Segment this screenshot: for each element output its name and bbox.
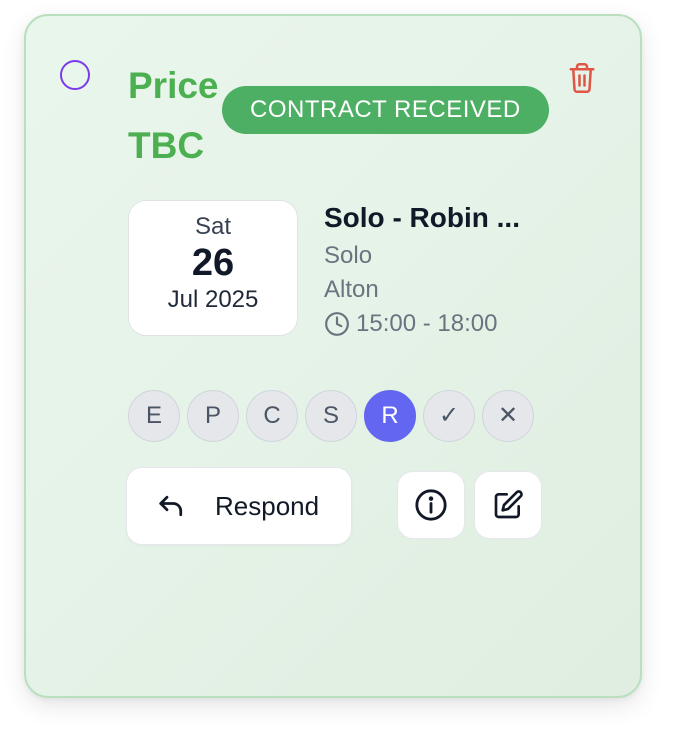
select-circle-icon[interactable] [60, 60, 90, 90]
stage-e-button[interactable]: E [128, 390, 180, 442]
reply-arrow-icon [159, 495, 183, 517]
stage-c-button[interactable]: C [246, 390, 298, 442]
date-day-of-week: Sat [194, 213, 232, 240]
event-location: Alton [324, 276, 379, 303]
stage-s-button[interactable]: S [305, 390, 357, 442]
trash-icon [569, 63, 595, 93]
stage-confirm-button[interactable]: ✓ [423, 390, 475, 442]
respond-label: Respond [215, 490, 320, 521]
stage-r-button[interactable]: R [364, 390, 416, 442]
info-button[interactable] [397, 471, 465, 539]
stage-p-button[interactable]: P [187, 390, 239, 442]
edit-icon [494, 490, 523, 519]
event-time: 15:00 - 18:00 [356, 310, 498, 337]
status-badge: CONTRACT RECEIVED [222, 86, 549, 134]
stage-selector: E P C S R ✓ ✕ [128, 390, 534, 442]
stage-cancel-button[interactable]: ✕ [482, 390, 534, 442]
clock-icon [325, 312, 349, 336]
respond-button[interactable]: Respond [126, 467, 352, 545]
event-title: Solo - Robin ... [324, 202, 520, 233]
delete-button[interactable] [564, 58, 600, 98]
price-label: Price TBC [128, 65, 219, 166]
booking-card: Price TBC CONTRACT RECEIVED Sat 26 Jul 2… [24, 14, 642, 698]
edit-button[interactable] [474, 471, 542, 539]
info-icon [415, 489, 447, 521]
event-time-row: 15:00 - 18:00 [324, 308, 497, 340]
date-day: 26 [191, 242, 235, 284]
event-type: Solo [324, 242, 373, 269]
date-box: Sat 26 Jul 2025 [128, 200, 298, 336]
date-month-year: Jul 2025 [167, 286, 259, 313]
